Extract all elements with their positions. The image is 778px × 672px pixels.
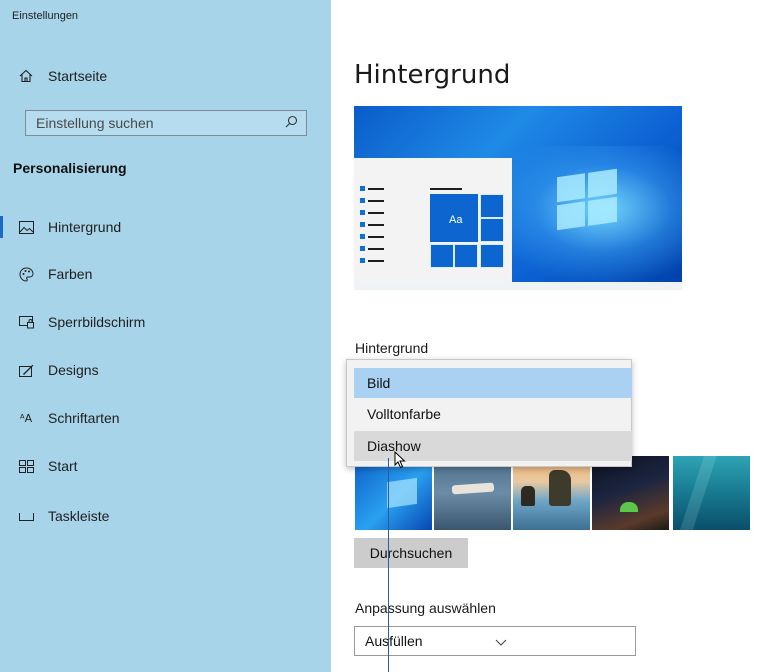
sidebar-item-label: Schriftarten xyxy=(48,410,120,426)
background-label: Hintergrund xyxy=(355,340,429,356)
sidebar-item-label: Farben xyxy=(48,266,93,282)
active-indicator xyxy=(0,216,3,238)
preview-tile xyxy=(454,244,478,268)
section-title: Personalisierung xyxy=(13,160,127,176)
sidebar-item-label: Start xyxy=(48,458,78,474)
dropdown-option-bild[interactable]: Bild xyxy=(354,368,632,398)
search-icon xyxy=(285,115,298,131)
sidebar-item-label: Taskleiste xyxy=(48,508,110,524)
lockscreen-icon xyxy=(18,314,34,330)
sidebar-item-label: Sperrbildschirm xyxy=(48,314,146,330)
page-title: Hintergrund xyxy=(354,60,511,90)
search-placeholder: Einstellung suchen xyxy=(36,115,154,131)
recent-image-thumb[interactable] xyxy=(513,456,590,530)
preview-tile-text: Aa xyxy=(449,214,463,226)
recent-image-thumb[interactable] xyxy=(592,456,669,530)
fonts-icon: ᴬA xyxy=(19,411,33,425)
callout-line xyxy=(388,458,389,672)
recent-image-thumb[interactable] xyxy=(434,456,511,530)
browse-button[interactable]: Durchsuchen xyxy=(354,538,468,568)
search-input[interactable]: Einstellung suchen xyxy=(25,110,307,136)
sidebar-item-start[interactable]: Start xyxy=(18,454,78,478)
preview-tile xyxy=(480,218,504,242)
sidebar-item-taskleiste[interactable]: Taskleiste xyxy=(18,504,109,528)
home-icon xyxy=(18,68,34,84)
palette-icon xyxy=(18,266,34,282)
windows-logo xyxy=(557,168,617,231)
fit-select-value: Ausfüllen xyxy=(365,633,423,649)
designs-icon xyxy=(18,362,34,378)
sidebar-item-designs[interactable]: Designs xyxy=(18,358,99,382)
preview-menu-list xyxy=(360,186,388,282)
preview-tile-large: Aa xyxy=(430,194,478,242)
preview-header-line xyxy=(430,188,462,190)
dropdown-option-volltonfarbe[interactable]: Volltonfarbe xyxy=(354,399,632,429)
preview-tile xyxy=(480,194,504,218)
sidebar-item-label: Designs xyxy=(48,362,99,378)
sidebar-item-hintergrund[interactable]: Hintergrund xyxy=(18,215,121,239)
sidebar-item-label: Hintergrund xyxy=(48,219,122,235)
sidebar-item-farben[interactable]: Farben xyxy=(18,262,92,286)
sidebar-home[interactable]: Startseite xyxy=(18,64,107,88)
preview-tile xyxy=(480,244,504,268)
sidebar-item-sperrbildschirm[interactable]: Sperrbildschirm xyxy=(18,310,145,334)
chevron-down-icon xyxy=(495,633,625,649)
sidebar-item-schriftarten[interactable]: ᴬA Schriftarten xyxy=(18,406,120,430)
sidebar: Einstellungen Startseite Einstellung suc… xyxy=(0,0,331,672)
recent-image-thumb[interactable] xyxy=(673,456,750,530)
fit-select[interactable]: Ausfüllen xyxy=(354,626,636,656)
recent-images xyxy=(355,456,752,530)
preview-tile xyxy=(430,244,454,268)
mouse-pointer-icon xyxy=(394,450,406,474)
sidebar-home-label: Startseite xyxy=(48,68,108,84)
taskbar-icon xyxy=(18,508,34,524)
fit-label: Anpassung auswählen xyxy=(355,600,496,616)
start-icon xyxy=(18,458,34,474)
preview-taskbar xyxy=(354,282,682,290)
background-type-dropdown[interactable]: Bild Volltonfarbe Diashow xyxy=(346,359,632,467)
background-preview: Aa xyxy=(354,106,682,290)
picture-icon xyxy=(18,219,34,235)
window-title: Einstellungen xyxy=(12,10,79,22)
